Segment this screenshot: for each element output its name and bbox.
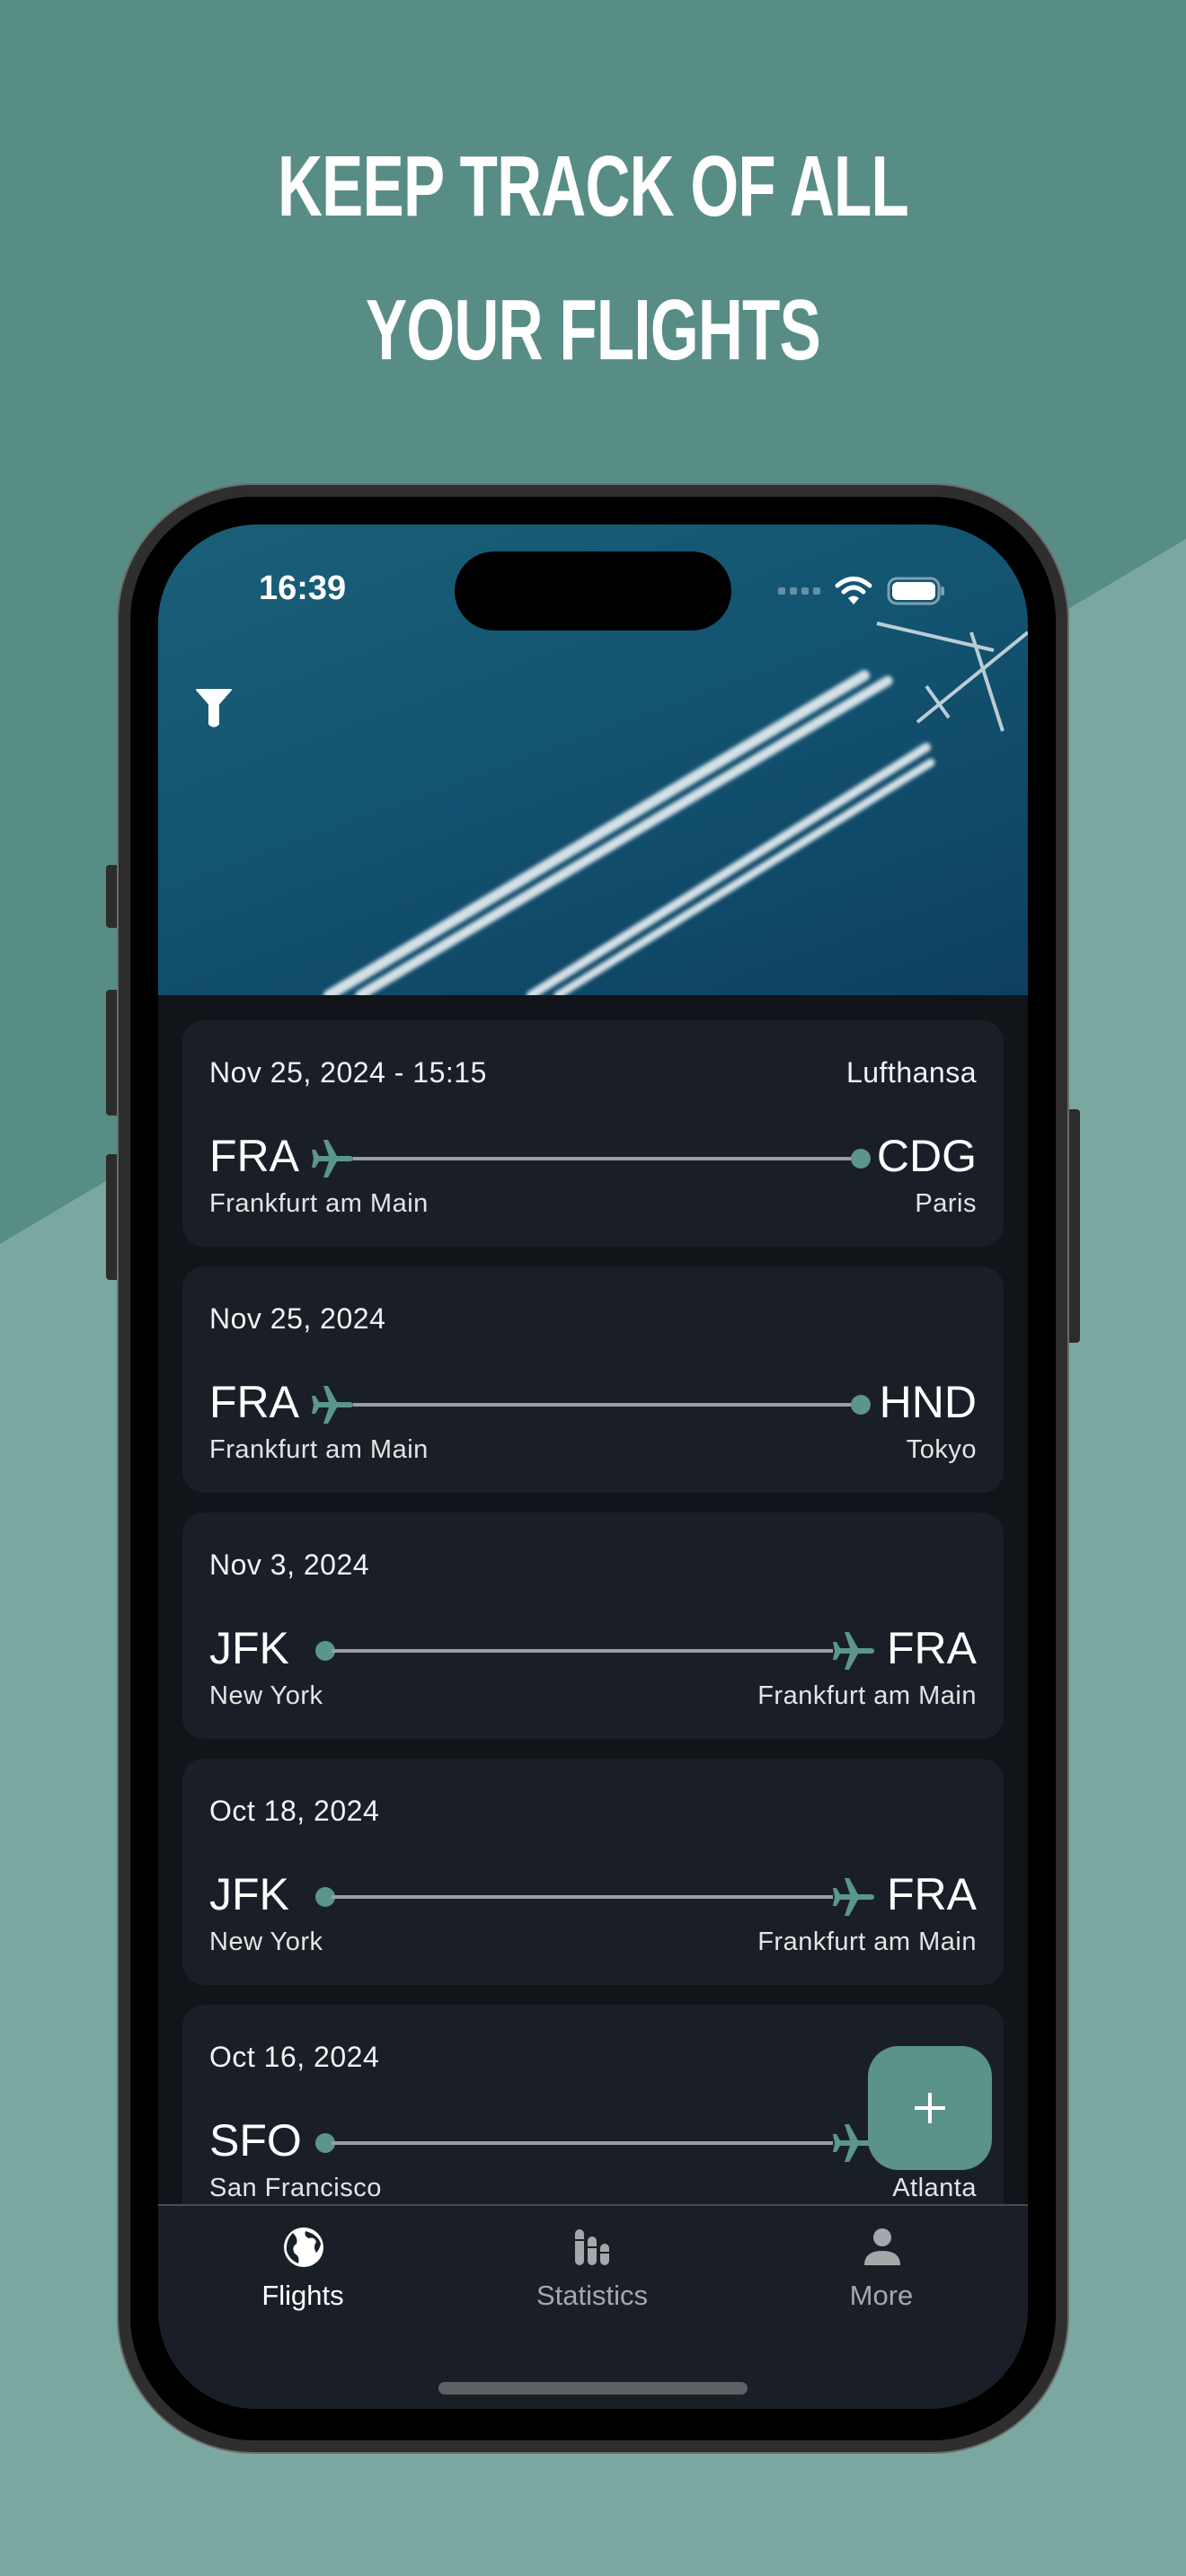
airplane-icon: [308, 1381, 357, 1429]
app-screen: 16:39 Nov 25, 2024 - 15:15 Lufthansa FRA CD…: [158, 525, 1028, 2409]
filter-icon: [196, 689, 232, 728]
battery-icon: [887, 577, 944, 605]
destination-code: FRA: [887, 1869, 977, 1919]
flight-date: Nov 3, 2024: [209, 1548, 370, 1581]
tab-flights[interactable]: Flights: [158, 2206, 447, 2323]
marketing-headline: KEEP TRACK OF ALL YOUR FLIGHTS: [0, 115, 1186, 402]
airplane-icon: [829, 1873, 878, 1921]
hero-image: 16:39: [158, 525, 1028, 995]
airplane-photo-shape: [876, 622, 1028, 732]
bar-chart-icon: [575, 2229, 609, 2265]
flight-date: Nov 25, 2024: [209, 1302, 386, 1335]
origin-code: JFK: [209, 1869, 289, 1919]
flight-card[interactable]: Nov 25, 2024 - 15:15 Lufthansa FRA CDG Frank…: [182, 1020, 1004, 1247]
flight-date: Oct 18, 2024: [209, 1795, 380, 1827]
origin-code: JFK: [209, 1623, 289, 1673]
origin-code: SFO: [209, 2115, 302, 2166]
tab-label-more: More: [849, 2280, 914, 2311]
add-flight-button[interactable]: [868, 2046, 992, 2170]
tab-label-statistics: Statistics: [535, 2280, 649, 2311]
origin-city: New York: [209, 1928, 323, 1956]
globe-icon: [284, 2228, 323, 2267]
destination-dot: [851, 1395, 871, 1415]
destination-city: Frankfurt am Main: [757, 1681, 977, 1710]
tab-label-flights: Flights: [261, 2280, 344, 2311]
route-line: [332, 1649, 833, 1653]
route-line: [332, 1895, 833, 1899]
airplane-icon: [308, 1134, 357, 1183]
flight-card[interactable]: Nov 3, 2024 JFK FRA New York Frankfurt am Ma…: [182, 1513, 1004, 1739]
headline-line-2: YOUR FLIGHTS: [366, 282, 821, 378]
destination-city: Atlanta: [892, 2174, 977, 2202]
origin-city: New York: [209, 1681, 323, 1710]
power-button: [1066, 1109, 1080, 1343]
destination-code: HND: [879, 1377, 977, 1427]
flight-date: Nov 25, 2024 - 15:15: [209, 1056, 487, 1089]
airplane-icon: [829, 1627, 878, 1675]
status-icons: [778, 571, 946, 611]
flight-card[interactable]: Oct 18, 2024 JFK FRA New York Frankfurt am M…: [182, 1759, 1004, 1985]
flight-card[interactable]: Nov 25, 2024 FRA HND Frankfurt am Main Tokyo: [182, 1266, 1004, 1493]
filter-button[interactable]: [194, 686, 234, 729]
destination-city: Tokyo: [906, 1435, 977, 1464]
cellular-signal-icon: [778, 587, 820, 595]
wifi-icon: [835, 577, 872, 604]
flight-date: Oct 16, 2024: [209, 2041, 380, 2073]
origin-code: FRA: [209, 1377, 299, 1427]
person-icon: [864, 2228, 900, 2265]
tab-more[interactable]: More: [737, 2206, 1026, 2323]
headline-line-1: KEEP TRACK OF ALL: [277, 138, 909, 234]
home-indicator: [438, 2382, 748, 2395]
origin-city: Frankfurt am Main: [209, 1189, 429, 1218]
route-line: [353, 1403, 854, 1407]
tab-statistics[interactable]: Statistics: [447, 2206, 737, 2323]
origin-city: San Francisco: [209, 2174, 382, 2202]
plus-icon: [915, 2093, 945, 2123]
destination-city: Frankfurt am Main: [757, 1928, 977, 1956]
status-time: 16:39: [259, 569, 347, 607]
destination-city: Paris: [915, 1189, 977, 1218]
destination-dot: [851, 1149, 871, 1169]
tab-bar: Flights Statistics More: [158, 2204, 1028, 2409]
origin-city: Frankfurt am Main: [209, 1435, 429, 1464]
route-line: [353, 1157, 854, 1160]
flight-airline: Lufthansa: [845, 1056, 977, 1089]
route-line: [332, 2141, 833, 2145]
destination-code: CDG: [876, 1131, 977, 1181]
destination-code: FRA: [887, 1623, 977, 1673]
origin-code: FRA: [209, 1131, 299, 1181]
dynamic-island: [455, 551, 731, 631]
